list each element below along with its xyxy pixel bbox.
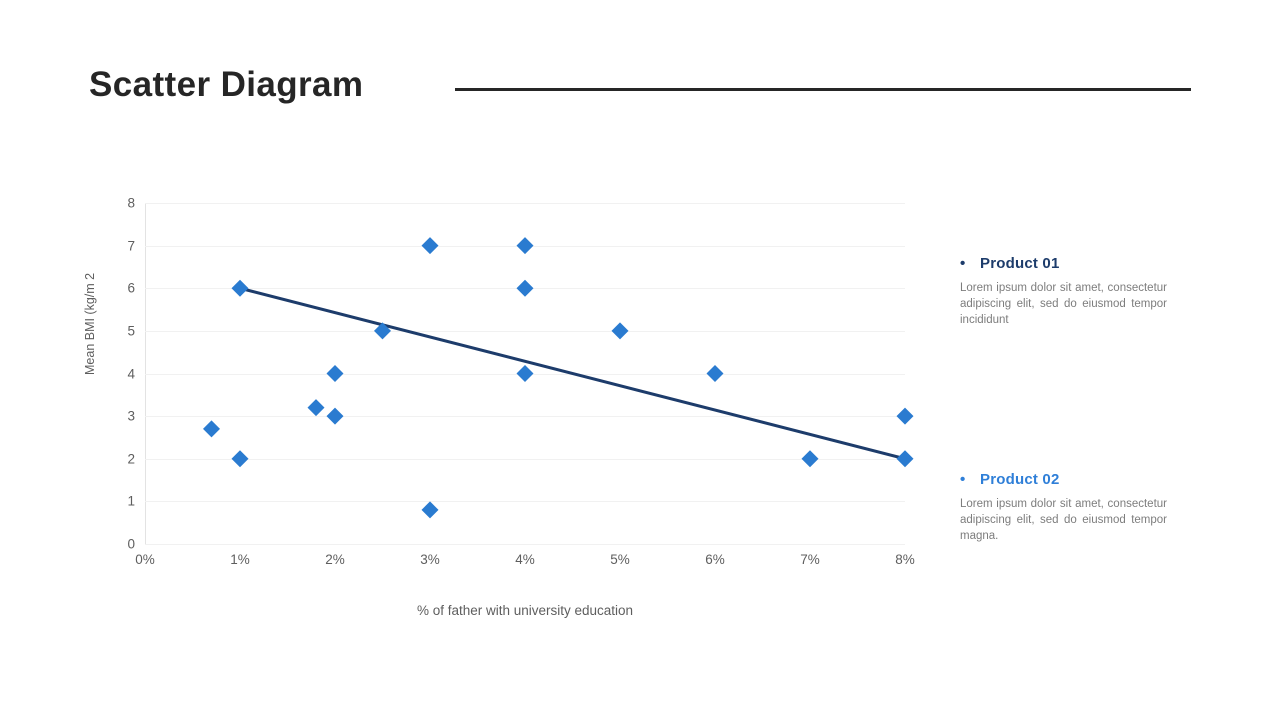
y-axis-tick-label: 8 <box>127 195 135 211</box>
side-panel: • Product 01 Lorem ipsum dolor sit amet,… <box>960 255 1200 545</box>
x-axis-tick-label: 5% <box>610 552 630 567</box>
x-axis-tick-label: 3% <box>420 552 440 567</box>
legend-item-product-02[interactable]: • Product 02 Lorem ipsum dolor sit amet,… <box>960 471 1200 544</box>
x-axis-tick-label: 6% <box>705 552 725 567</box>
legend-body-product-02: Lorem ipsum dolor sit amet, consectetur … <box>960 498 1167 542</box>
scatter-point <box>896 407 914 425</box>
scatter-point <box>307 399 325 417</box>
scatter-point <box>203 420 220 438</box>
y-axis-tick-label: 7 <box>127 238 135 254</box>
legend-label-product-01: Product 01 <box>980 255 1060 272</box>
page-title: Scatter Diagram <box>89 65 364 104</box>
scatter-point <box>516 279 534 297</box>
legend-body-product-01: Lorem ipsum dolor sit amet, consectetur … <box>960 282 1167 326</box>
x-axis-title: % of father with university education <box>416 603 634 618</box>
slide-header: Scatter Diagram <box>0 0 1280 130</box>
x-axis-tick-label: 4% <box>515 552 535 567</box>
scatter-point <box>231 279 249 297</box>
scatter-point <box>326 407 344 425</box>
scatter-point <box>706 365 724 382</box>
x-axis-tick-label: 2% <box>325 552 345 567</box>
scatter-point <box>516 237 534 255</box>
bullet-icon: • <box>960 471 966 489</box>
plot-area: 0 1 2 3 4 5 6 7 8 0% 1% 2% 3% 4% 5% 6% 7% 8% <box>127 196 914 568</box>
legend-heading-product-02: • Product 02 <box>960 471 1200 488</box>
y-axis-tick-label: 2 <box>127 451 135 467</box>
x-axis-tick-label: 1% <box>230 552 250 567</box>
y-axis-tick-label: 1 <box>127 493 135 509</box>
x-axis-tick-label: 0% <box>135 552 155 567</box>
scatter-point <box>896 450 914 468</box>
scatter-markers <box>203 237 914 519</box>
scatter-point <box>421 501 439 519</box>
scatter-point <box>611 322 629 340</box>
bullet-icon: • <box>960 255 966 272</box>
scatter-chart: Mean BMI (kg/m 2 % of father with univer… <box>83 160 919 640</box>
y-axis-tick-label: 5 <box>127 323 135 339</box>
scatter-point <box>421 237 439 255</box>
y-axis-tick-label: 0 <box>127 536 135 552</box>
scatter-point <box>326 365 344 382</box>
scatter-point <box>801 450 819 468</box>
legend-label-product-02: Product 02 <box>980 471 1060 489</box>
data-series-layer <box>203 237 914 519</box>
legend-item-product-01[interactable]: • Product 01 Lorem ipsum dolor sit amet,… <box>960 255 1200 328</box>
title-divider-rule <box>455 88 1191 91</box>
y-axis-title: Mean BMI (kg/m 2 <box>83 272 97 375</box>
x-axis-tick-label: 7% <box>800 552 820 567</box>
y-axis-tick-label: 4 <box>127 366 135 381</box>
y-axis-tick-label: 3 <box>127 408 135 424</box>
y-axis-tick-label: 6 <box>127 280 135 296</box>
scatter-point <box>231 450 249 468</box>
scatter-point <box>516 365 534 382</box>
x-axis-tick-label: 8% <box>895 552 915 567</box>
legend-heading-product-01: • Product 01 <box>960 255 1200 272</box>
gridline <box>145 544 905 545</box>
